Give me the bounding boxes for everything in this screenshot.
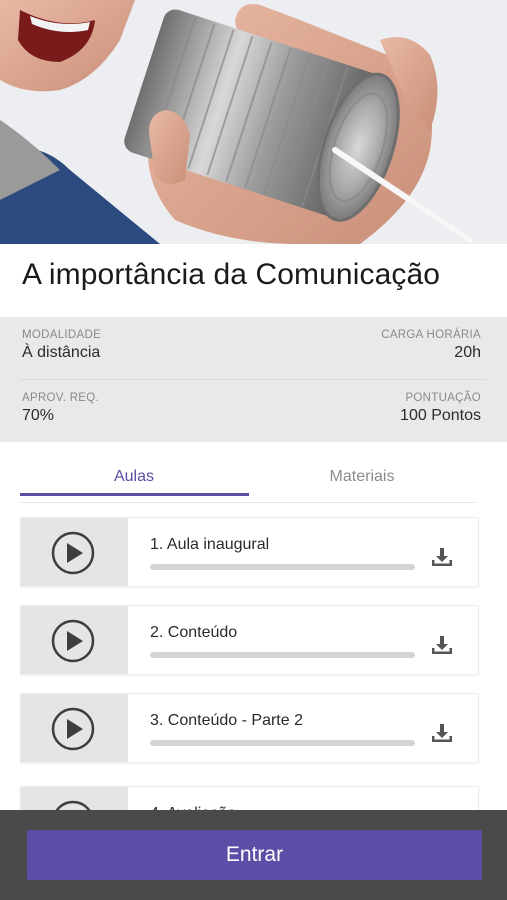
- aprovacao-label: APROV. REQ.: [22, 392, 100, 404]
- aprovacao-cell: APROV. REQ. 70%: [22, 392, 99, 425]
- carga-horaria-label: CARGA HORÁRIA: [381, 329, 481, 341]
- lesson-item[interactable]: 2. Conteúdo: [20, 605, 479, 675]
- play-circle-icon[interactable]: [51, 619, 95, 663]
- play-circle-icon[interactable]: [51, 531, 95, 575]
- lesson-item[interactable]: 1. Aula inaugural: [20, 517, 479, 587]
- info-row: APROV. REQ. 70% PONTUAÇÃO 100 Pontos: [0, 380, 507, 442]
- pontuacao-label: PONTUAÇÃO: [405, 392, 481, 404]
- bottom-action-bar: Entrar: [0, 810, 507, 900]
- active-tab-indicator: [20, 493, 249, 496]
- download-icon[interactable]: [430, 633, 454, 657]
- lesson-name: 1. Aula inaugural: [150, 536, 270, 553]
- aprovacao-value: 70%: [22, 407, 55, 424]
- modalidade-value: À distância: [22, 344, 101, 361]
- carga-horaria-cell: CARGA HORÁRIA 20h: [381, 329, 481, 362]
- lesson-name: 3. Conteúdo - Parte 2: [150, 712, 303, 729]
- tin-can-phone-illustration: [0, 0, 507, 244]
- info-row: MODALIDADE À distância CARGA HORÁRIA 20h: [0, 317, 507, 379]
- content-tabs: Aulas Materiais: [20, 455, 476, 503]
- lesson-progress-bar: [150, 564, 415, 570]
- lesson-progress-bar: [150, 740, 415, 746]
- pontuacao-value: 100 Pontos: [400, 407, 481, 424]
- modalidade-cell: MODALIDADE À distância: [22, 329, 101, 362]
- lesson-thumbnail[interactable]: [21, 606, 128, 674]
- lesson-progress-bar: [150, 652, 415, 658]
- lesson-thumbnail[interactable]: [21, 518, 128, 586]
- pontuacao-cell: PONTUAÇÃO 100 Pontos: [400, 392, 481, 425]
- lesson-name: 2. Conteúdo: [150, 624, 238, 641]
- download-icon[interactable]: [430, 721, 454, 745]
- course-info-panel: MODALIDADE À distância CARGA HORÁRIA 20h…: [0, 317, 507, 442]
- tab-materiais[interactable]: Materiais: [248, 455, 476, 501]
- lesson-item[interactable]: 3. Conteúdo - Parte 2: [20, 693, 479, 763]
- carga-horaria-value: 20h: [454, 344, 481, 361]
- course-cover-image: [0, 0, 507, 244]
- course-title: A importância da Comunicação: [22, 258, 441, 291]
- enter-button[interactable]: Entrar: [27, 830, 482, 880]
- play-circle-icon[interactable]: [51, 707, 95, 751]
- modalidade-label: MODALIDADE: [22, 329, 102, 341]
- download-icon[interactable]: [430, 545, 454, 569]
- lesson-thumbnail[interactable]: [21, 694, 128, 762]
